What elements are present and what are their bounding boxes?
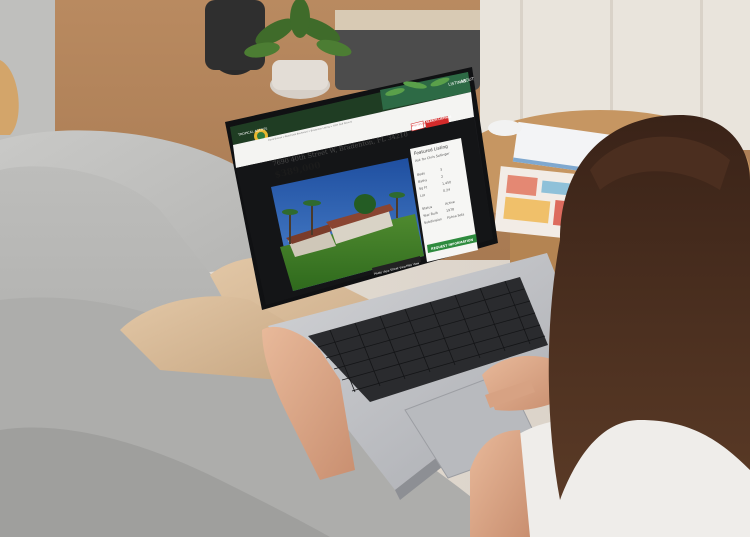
sidebar-row-label: Baths [417, 178, 428, 184]
sidebar-row-label: Beds [416, 171, 426, 177]
photo-view-button[interactable]: Photo View [374, 269, 390, 276]
sidebar-row-value: 1,450 [441, 180, 452, 186]
sidebar-row-value: 1978 [445, 207, 455, 213]
sidebar-row-label: Status [421, 204, 433, 211]
breadcrumb: Floral Breeze > Beachside Boulevard > Br… [267, 120, 353, 142]
sidebar-row-value: Active [444, 199, 456, 206]
sidebar-row-value: 3 [439, 167, 443, 172]
street-view-button[interactable]: Street View [390, 264, 407, 272]
sidebar-row-value: 2 [440, 174, 444, 179]
map-view-button[interactable]: Map View [406, 261, 420, 268]
sidebar-row-label: Lot [419, 192, 426, 198]
site-logo-text[interactable]: TROPICAL AGENTS [238, 127, 268, 138]
laptop-screen-content: TROPICAL AGENTS LISTINGS ABOUT Floral Br… [0, 0, 750, 537]
sidebar-row-label: Sq Ft [418, 185, 428, 191]
sidebar-row-value: Palma Sola [446, 212, 465, 220]
nav-item-about[interactable]: ABOUT [460, 76, 475, 84]
search-listings-button[interactable]: SEARCH LISTINGS [426, 115, 452, 124]
sidebar-row-value: 0.24 [442, 187, 451, 193]
sidebar-row-label: Subdivision [423, 217, 443, 225]
request-information-button[interactable]: REQUEST INFORMATION [431, 238, 474, 251]
